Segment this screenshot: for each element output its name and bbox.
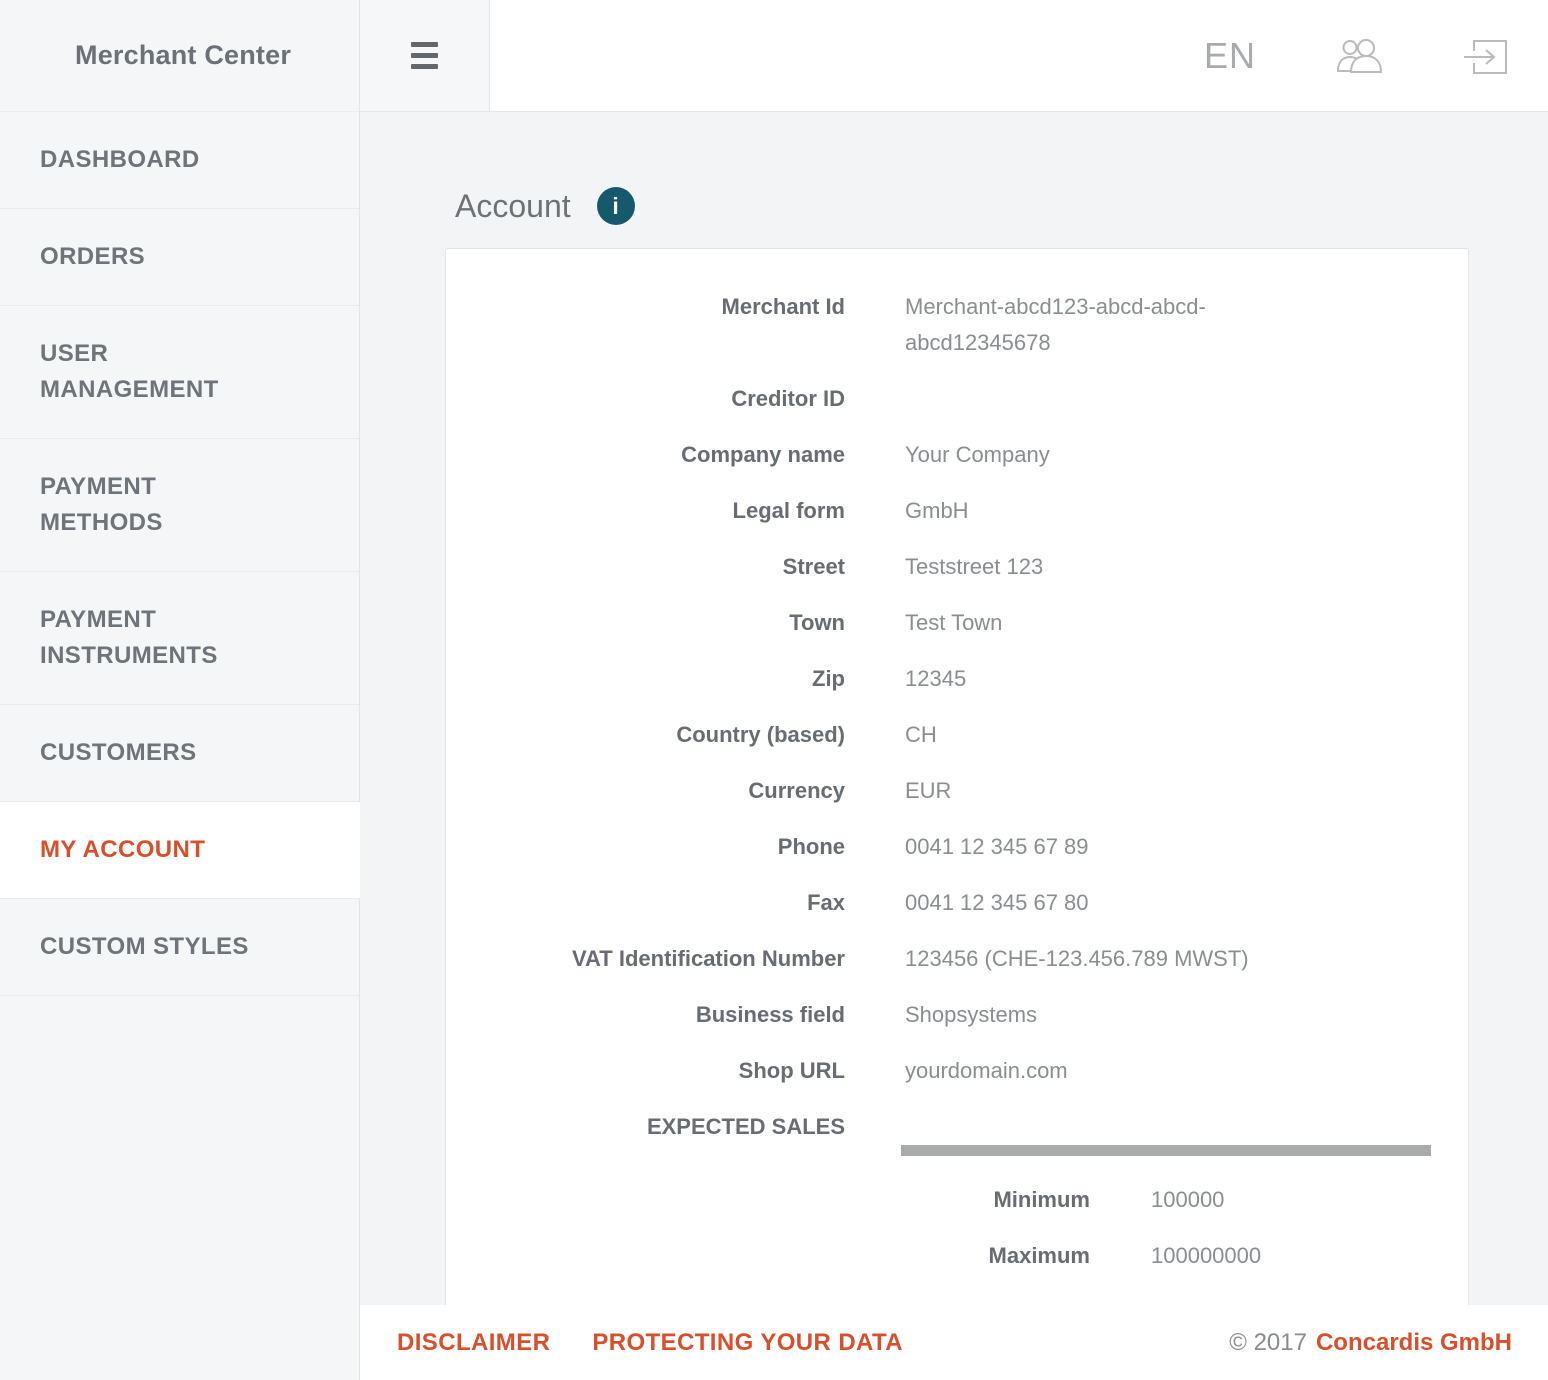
info-icon[interactable]: i bbox=[597, 187, 635, 225]
field-label: Company name bbox=[446, 437, 845, 473]
expected-sales-rows: Minimum 100000 Maximum 100000000 bbox=[901, 1156, 1431, 1274]
field-row-merchant-id: Merchant Id Merchant-abcd123-abcd-abcd-a… bbox=[446, 289, 1468, 361]
field-row-company-name: Company name Your Company bbox=[446, 437, 1468, 473]
field-value: 100000 bbox=[1151, 1182, 1224, 1218]
field-row-street: Street Teststreet 123 bbox=[446, 549, 1468, 585]
sidebar-nav: DASHBOARD ORDERS USER MANAGEMENT PAYMENT… bbox=[0, 112, 360, 996]
footer-links: DISCLAIMER PROTECTING YOUR DATA bbox=[397, 1329, 903, 1357]
field-row-expected-sales: EXPECTED SALES bbox=[446, 1109, 1468, 1145]
field-row-creditor-id: Creditor ID bbox=[446, 381, 1468, 417]
page-heading: Account i bbox=[455, 184, 1548, 228]
sidebar-item-label: PAYMENT METHODS bbox=[40, 469, 280, 541]
field-row-country: Country (based) CH bbox=[446, 717, 1468, 753]
expected-sales-section: Minimum 100000 Maximum 100000000 bbox=[901, 1145, 1431, 1305]
field-row-fax: Fax 0041 12 345 67 80 bbox=[446, 885, 1468, 921]
account-fields: Merchant Id Merchant-abcd123-abcd-abcd-a… bbox=[446, 289, 1468, 1145]
field-label: Country (based) bbox=[446, 717, 845, 753]
sidebar-item-label: ORDERS bbox=[40, 239, 145, 275]
sidebar-item-dashboard[interactable]: DASHBOARD bbox=[0, 112, 360, 209]
field-label: Merchant Id bbox=[446, 289, 845, 361]
protecting-your-data-link[interactable]: PROTECTING YOUR DATA bbox=[592, 1329, 903, 1357]
app-title: Merchant Center bbox=[0, 0, 360, 112]
footer: DISCLAIMER PROTECTING YOUR DATA © 2017 C… bbox=[360, 1305, 1548, 1380]
field-value: GmbH bbox=[905, 493, 1305, 529]
field-value: EUR bbox=[905, 773, 1305, 809]
field-row-vat: VAT Identification Number 123456 (CHE-12… bbox=[446, 941, 1468, 977]
field-row-phone: Phone 0041 12 345 67 89 bbox=[446, 829, 1468, 865]
field-value: 0041 12 345 67 89 bbox=[905, 829, 1305, 865]
divider-bar-top bbox=[901, 1145, 1431, 1156]
sidebar-item-orders[interactable]: ORDERS bbox=[0, 209, 360, 306]
field-label: Currency bbox=[446, 773, 845, 809]
sidebar-item-customers[interactable]: CUSTOMERS bbox=[0, 705, 360, 802]
field-value: Test Town bbox=[905, 605, 1305, 641]
field-value bbox=[905, 1109, 1305, 1145]
field-label: Maximum bbox=[901, 1238, 1090, 1274]
field-value: Teststreet 123 bbox=[905, 549, 1305, 585]
field-row-town: Town Test Town bbox=[446, 605, 1468, 641]
copyright: © 2017 Concardis GmbH bbox=[1229, 1329, 1512, 1357]
copyright-company-link[interactable]: Concardis GmbH bbox=[1316, 1329, 1512, 1357]
field-value: Shopsystems bbox=[905, 997, 1305, 1033]
sidebar-item-label: CUSTOMERS bbox=[40, 735, 197, 771]
sidebar-item-my-account[interactable]: MY ACCOUNT bbox=[0, 802, 360, 899]
field-value bbox=[905, 381, 1305, 417]
disclaimer-link[interactable]: DISCLAIMER bbox=[397, 1329, 550, 1357]
field-row-business-field: Business field Shopsystems bbox=[446, 997, 1468, 1033]
field-value: 0041 12 345 67 80 bbox=[905, 885, 1305, 921]
field-label: Shop URL bbox=[446, 1053, 845, 1089]
field-row-legal-form: Legal form GmbH bbox=[446, 493, 1468, 529]
sales-row-minimum: Minimum 100000 bbox=[901, 1182, 1431, 1218]
page-title: Account bbox=[455, 188, 571, 225]
field-label: Fax bbox=[446, 885, 845, 921]
sidebar-item-label: CUSTOM STYLES bbox=[40, 929, 249, 965]
field-value: CH bbox=[905, 717, 1305, 753]
logout-icon[interactable] bbox=[1464, 36, 1510, 76]
field-value: 123456 (CHE-123.456.789 MWST) bbox=[905, 941, 1305, 977]
sidebar-item-label: PAYMENT INSTRUMENTS bbox=[40, 602, 280, 674]
sidebar-item-label: MY ACCOUNT bbox=[40, 832, 205, 868]
field-value: 100000000 bbox=[1151, 1238, 1261, 1274]
sidebar-item-user-management[interactable]: USER MANAGEMENT bbox=[0, 306, 360, 439]
field-row-currency: Currency EUR bbox=[446, 773, 1468, 809]
field-label: Legal form bbox=[446, 493, 845, 529]
field-value: yourdomain.com bbox=[905, 1053, 1305, 1089]
field-row-zip: Zip 12345 bbox=[446, 661, 1468, 697]
field-row-shop-url: Shop URL yourdomain.com bbox=[446, 1053, 1468, 1089]
field-label: Business field bbox=[446, 997, 845, 1033]
sidebar-item-label: USER MANAGEMENT bbox=[40, 336, 280, 408]
sidebar: Merchant Center DASHBOARD ORDERS USER MA… bbox=[0, 0, 360, 1380]
field-label: Phone bbox=[446, 829, 845, 865]
field-label: VAT Identification Number bbox=[446, 941, 845, 977]
field-label: Creditor ID bbox=[446, 381, 845, 417]
field-label: Minimum bbox=[901, 1182, 1090, 1218]
top-bar: EN bbox=[360, 0, 1548, 112]
field-label: Zip bbox=[446, 661, 845, 697]
language-selector[interactable]: EN bbox=[1204, 35, 1256, 77]
menu-toggle-button[interactable] bbox=[360, 0, 490, 111]
field-value: 12345 bbox=[905, 661, 1305, 697]
field-value: Your Company bbox=[905, 437, 1305, 473]
sidebar-item-custom-styles[interactable]: CUSTOM STYLES bbox=[0, 899, 360, 996]
topbar-actions: EN bbox=[1204, 0, 1548, 111]
field-label: Street bbox=[446, 549, 845, 585]
main-content: Account i Merchant Id Merchant-abcd123-a… bbox=[360, 112, 1548, 1305]
sales-row-maximum: Maximum 100000000 bbox=[901, 1238, 1431, 1274]
field-label: Town bbox=[446, 605, 845, 641]
sidebar-item-payment-methods[interactable]: PAYMENT METHODS bbox=[0, 439, 360, 572]
field-label: EXPECTED SALES bbox=[446, 1109, 845, 1145]
field-value: Merchant-abcd123-abcd-abcd-abcd12345678 bbox=[905, 289, 1305, 361]
hamburger-icon bbox=[411, 36, 438, 75]
sidebar-item-label: DASHBOARD bbox=[40, 142, 200, 178]
merchant-center-app: Merchant Center DASHBOARD ORDERS USER MA… bbox=[0, 0, 1548, 1380]
users-icon[interactable] bbox=[1336, 38, 1384, 74]
account-card: Merchant Id Merchant-abcd123-abcd-abcd-a… bbox=[445, 248, 1469, 1305]
copyright-year: © 2017 bbox=[1229, 1329, 1307, 1357]
sidebar-item-payment-instruments[interactable]: PAYMENT INSTRUMENTS bbox=[0, 572, 360, 705]
